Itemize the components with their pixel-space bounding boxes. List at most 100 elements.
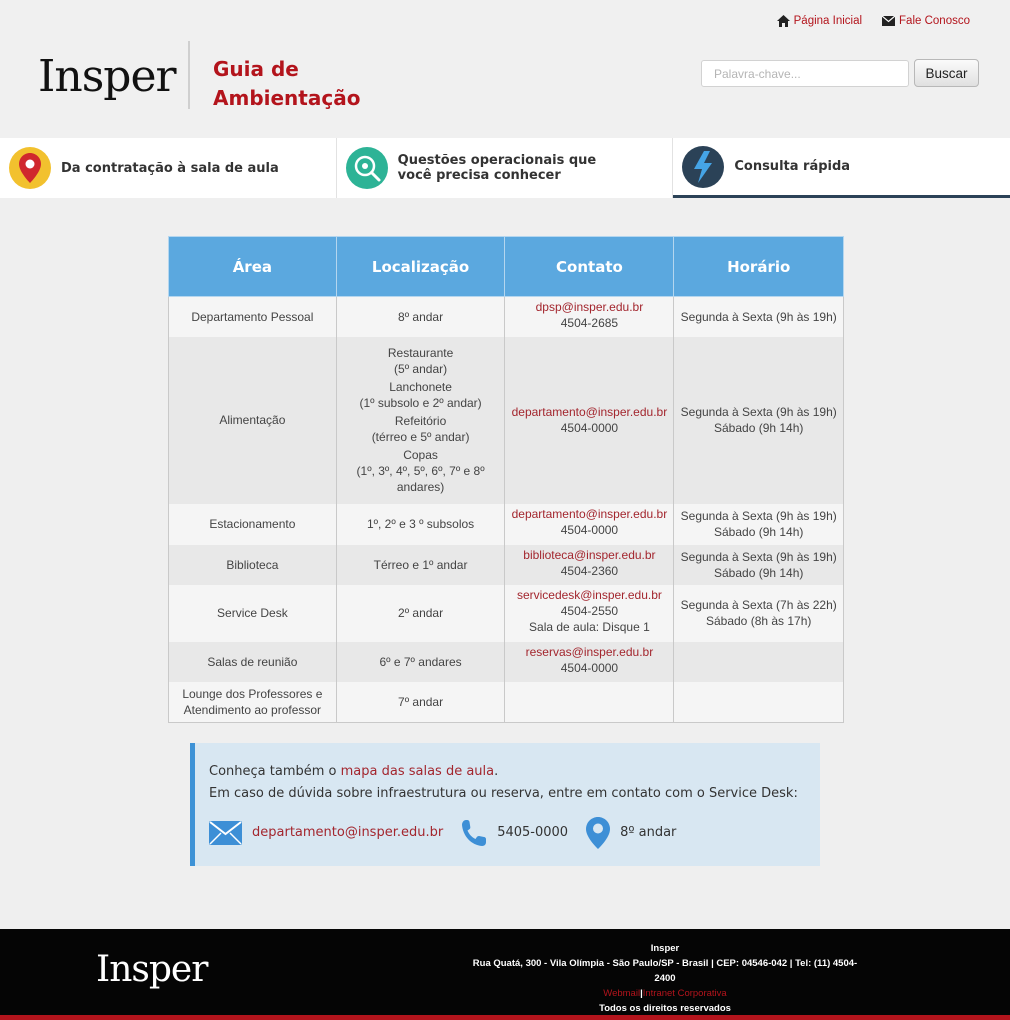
hours-text: Segunda à Sexta (9h às 19h) — [680, 549, 837, 564]
cell-area: Lounge dos Professores e Atendimento ao p… — [168, 681, 337, 723]
logo-divider — [188, 41, 190, 109]
area-text: Alimentação — [219, 413, 286, 427]
info-line1: Conheça também o mapa das salas de aula. — [209, 761, 806, 783]
contact-email: departamento@insper.edu.br — [209, 821, 443, 845]
contact-link-label: Fale Conosco — [899, 15, 970, 27]
hours-text: Segunda à Sexta (9h às 19h) — [680, 309, 837, 324]
cell-hours: Segunda à Sexta (9h às 19h) Sábado (9h 14… — [673, 336, 844, 504]
table-row: Estacionamento 1º, 2º e 3 º subsolos depar… — [168, 503, 844, 545]
column-header: Área — [168, 236, 337, 297]
phone-text: 4504-2360 — [560, 563, 619, 578]
nav-label: Questões operacionais que você precisa c… — [397, 153, 597, 183]
cell-contact: servicedesk@insper.edu.br 4504-2550 Sala d… — [504, 584, 675, 642]
phone-text: 4504-0000 — [560, 660, 619, 675]
classroom-map-link[interactable]: mapa das salas de aula — [341, 764, 495, 779]
search-button[interactable]: Buscar — [914, 59, 979, 87]
cell-contact: biblioteca@insper.edu.br 4504-2360 — [504, 544, 675, 585]
footer: Insper Insper Rua Quatá, 300 - Vila Olím… — [0, 929, 1010, 1020]
area-text: Biblioteca — [226, 557, 279, 572]
area-text: Estacionamento — [209, 517, 296, 531]
webmail-link[interactable]: Webmail — [603, 988, 640, 999]
location-text: Copas — [403, 448, 438, 462]
hours-text: Segunda à Sexta (7h às 22h) — [680, 598, 837, 612]
column-header: Localização — [335, 236, 506, 297]
hours-text: Sábado (9h 14h) — [714, 525, 804, 539]
location-text: 1º, 2º e 3 º subsolos — [366, 517, 475, 531]
home-link[interactable]: Página Inicial — [776, 15, 863, 27]
site-title: Guia de Ambientação — [213, 55, 360, 113]
contact-email-link[interactable]: biblioteca@insper.edu.br — [511, 547, 667, 563]
location-text: 2º andar — [398, 606, 444, 620]
cell-location: Térreo e 1º andar — [335, 544, 506, 585]
area-text: Atendimento ao professor — [183, 702, 322, 717]
table-row: Biblioteca Térreo e 1º andar biblioteca@in… — [168, 544, 844, 585]
cell-area: Salas de reunião — [168, 641, 337, 682]
location-text: Lanchonete — [389, 380, 452, 394]
table-row: Service Desk 2º andar servicedesk@insper.e… — [168, 584, 844, 642]
phone-text: 4504-0000 — [560, 421, 619, 435]
lightning-icon — [682, 145, 725, 188]
contact-email-link[interactable]: dpsp@insper.edu.br — [511, 299, 667, 315]
area-text: Salas de reunião — [207, 654, 298, 669]
info-box: Conheça também o mapa das salas de aula.… — [190, 743, 820, 866]
contact-phone: 5405-0000 — [461, 819, 568, 847]
cell-area: Alimentação — [168, 336, 337, 504]
hours-text: Sábado (9h 14h) — [714, 565, 804, 580]
location-text: Térreo e 1º andar — [373, 557, 468, 572]
footer-logo[interactable]: Insper — [96, 952, 208, 988]
contact-link[interactable]: Fale Conosco — [882, 15, 970, 27]
nav-label: Da contratação à sala de aula — [61, 160, 279, 176]
cell-location: Restaurante (5º andar) Lanchonete (1º subso… — [335, 336, 506, 504]
area-text: Lounge dos Professores e — [182, 686, 323, 701]
cell-area: Biblioteca — [168, 544, 337, 585]
area-text: Service Desk — [217, 606, 288, 620]
cell-location: 7º andar — [335, 681, 506, 723]
table-row: Salas de reunião 6º e 7º andares reservas@… — [168, 641, 844, 682]
table-row: Alimentação Restaurante (5º andar) Lanchone… — [168, 336, 844, 504]
cell-contact: dpsp@insper.edu.br 4504-2685 — [504, 296, 675, 337]
home-link-label: Página Inicial — [793, 15, 863, 27]
home-icon — [776, 15, 790, 27]
main-nav: Da contratação à sala de aula Questões o… — [0, 138, 1010, 198]
phone-text: Sala de aula: Disque 1 — [529, 619, 650, 634]
column-header: Contato — [504, 236, 675, 297]
location-group: Restaurante (5º andar) — [347, 345, 495, 377]
phone-text: 4504-0000 — [560, 522, 619, 537]
search-input[interactable] — [701, 60, 909, 87]
cell-location: 1º, 2º e 3 º subsolos — [335, 503, 506, 545]
intranet-link[interactable]: Intranet Corporativa — [643, 988, 727, 999]
quick-reference-table: Área Localização Contato Horário Departa… — [168, 236, 844, 723]
contact-email-link[interactable]: servicedesk@insper.edu.br — [511, 587, 667, 603]
contact-phone-value: 5405-0000 — [497, 825, 569, 840]
hours-text: Sábado (9h 14h) — [714, 421, 804, 435]
contact-email-link[interactable]: departamento@insper.edu.br — [252, 825, 443, 840]
insper-logo[interactable]: Insper — [38, 55, 177, 99]
location-text: 6º e 7º andares — [379, 654, 462, 669]
hours-text: Segunda à Sexta (9h às 19h) — [680, 509, 837, 523]
site-title-line2: Ambientação — [213, 86, 361, 110]
cell-hours: Segunda à Sexta (9h às 19h) — [673, 296, 844, 337]
contact-email-link[interactable]: departamento@insper.edu.br — [511, 404, 668, 420]
cell-hours — [673, 681, 844, 723]
info-line2: Em caso de dúvida sobre infraestrutura o… — [209, 786, 798, 801]
area-text: Departamento Pessoal — [191, 309, 314, 324]
contact-location-value: 8º andar — [620, 825, 677, 840]
contact-email-link[interactable]: departamento@insper.edu.br — [511, 506, 668, 522]
nav-item-questoes[interactable]: Questões operacionais que você precisa c… — [337, 138, 674, 198]
location-text: (térreo e 5º andar) — [371, 430, 470, 444]
location-group: Refeitório (térreo e 5º andar) — [347, 413, 495, 445]
footer-address: Rua Quatá, 300 - Vila Olímpia - São Paul… — [472, 958, 858, 984]
nav-item-consulta[interactable]: Consulta rápida — [673, 138, 1010, 198]
contact-email-link[interactable]: reservas@insper.edu.br — [511, 644, 667, 660]
location-text: 8º andar — [398, 309, 444, 324]
cell-location: 6º e 7º andares — [335, 641, 506, 682]
cell-hours: Segunda à Sexta (9h às 19h) Sábado (9h 14… — [673, 503, 844, 545]
envelope-icon — [882, 16, 896, 26]
column-header: Horário — [673, 236, 844, 297]
nav-item-contratacao[interactable]: Da contratação à sala de aula — [0, 138, 337, 198]
gear-search-icon — [345, 147, 388, 189]
cell-contact: departamento@insper.edu.br 4504-0000 — [504, 503, 675, 545]
info-text: . — [494, 764, 499, 779]
table-row: Lounge dos Professores e Atendimento ao p… — [168, 681, 844, 723]
hours-text: Segunda à Sexta (9h às 19h) — [680, 405, 837, 419]
